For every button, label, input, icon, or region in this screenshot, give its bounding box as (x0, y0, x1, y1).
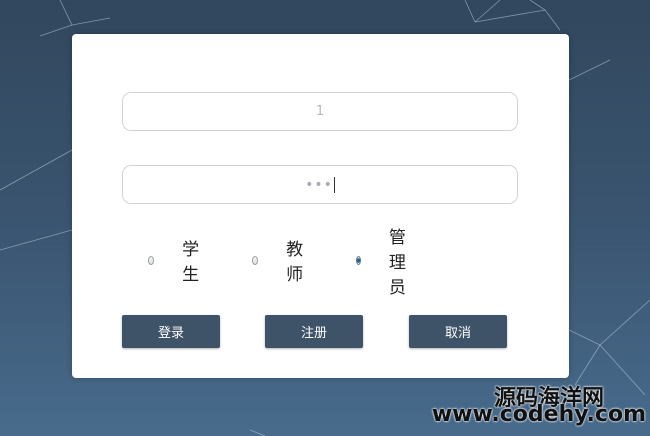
role-option-student[interactable]: 学生 (148, 240, 202, 285)
cancel-button[interactable]: 取消 (409, 315, 507, 348)
role-label-teacher: 教师 (286, 240, 304, 285)
username-value: 1 (315, 104, 325, 119)
watermark-site-url: www.codehy.com (431, 402, 646, 427)
password-input[interactable]: ••• (122, 165, 518, 204)
radio-button-teacher[interactable] (252, 255, 259, 265)
login-card: 1 ••• 学生 教师 管理员 登录 注册 取消 (72, 34, 569, 378)
text-caret (333, 176, 335, 193)
role-label-student: 学生 (182, 240, 200, 285)
role-label-admin: 管理员 (388, 227, 406, 298)
radio-button-student[interactable] (148, 255, 155, 265)
role-option-admin[interactable]: 管理员 (356, 228, 410, 298)
username-input[interactable]: 1 (122, 92, 518, 131)
password-mask: ••• (305, 176, 333, 193)
radio-button-admin[interactable] (356, 255, 361, 265)
login-button[interactable]: 登录 (122, 315, 220, 348)
role-option-teacher[interactable]: 教师 (252, 240, 306, 285)
register-button[interactable]: 注册 (265, 315, 363, 348)
